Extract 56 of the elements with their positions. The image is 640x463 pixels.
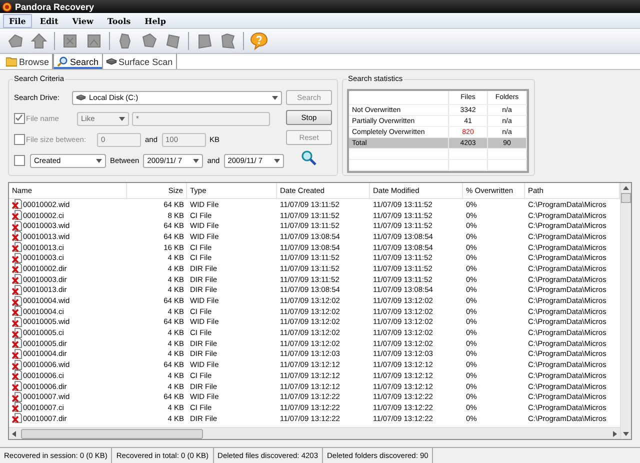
deleted-file-icon bbox=[12, 370, 22, 380]
deleted-file-icon bbox=[12, 328, 22, 338]
disk-icon bbox=[106, 56, 117, 67]
deleted-file-icon bbox=[12, 263, 22, 274]
tab[interactable]: Search bbox=[53, 54, 103, 69]
dropdown-arrow-icon bbox=[193, 158, 200, 162]
deleted-file-icon bbox=[12, 316, 22, 327]
blob-icon[interactable] bbox=[164, 32, 182, 50]
deleted-file-icon bbox=[12, 210, 22, 220]
checkmark-icon bbox=[15, 114, 23, 122]
deleted-file-icon bbox=[12, 413, 22, 424]
deleted-file-icon bbox=[12, 338, 22, 348]
menu-item[interactable]: Edit bbox=[34, 14, 64, 28]
deleted-file-icon bbox=[12, 220, 22, 231]
image-icon[interactable] bbox=[85, 32, 103, 50]
scroll-thumb[interactable] bbox=[21, 428, 203, 438]
scroll-up-icon[interactable] bbox=[623, 186, 629, 190]
dropdown-arrow-icon bbox=[272, 96, 278, 100]
app-logo-icon bbox=[2, 2, 12, 12]
menu-item[interactable]: Tools bbox=[101, 14, 137, 28]
deleted-file-icon bbox=[12, 381, 22, 392]
dropdown-arrow-icon bbox=[119, 116, 125, 120]
scroll-thumb[interactable] bbox=[621, 193, 631, 203]
dropdown-arrow-icon bbox=[96, 158, 102, 162]
deleted-file-icon bbox=[12, 252, 22, 263]
deleted-file-icon bbox=[12, 348, 22, 359]
disk-icon bbox=[76, 94, 86, 101]
scroll-right-icon[interactable] bbox=[613, 430, 617, 436]
menu-item[interactable]: View bbox=[66, 14, 100, 28]
tab[interactable]: Browse bbox=[3, 54, 54, 69]
deleted-file-icon bbox=[12, 242, 22, 252]
scroll-left-icon[interactable] bbox=[12, 430, 16, 436]
deleted-file-icon bbox=[12, 284, 22, 295]
scroll-down-icon[interactable] bbox=[623, 432, 629, 436]
deleted-file-icon bbox=[12, 360, 22, 370]
deleted-file-icon bbox=[12, 231, 22, 242]
folder-icon bbox=[6, 56, 17, 67]
help-icon[interactable] bbox=[250, 32, 268, 50]
window-title: Pandora Recovery bbox=[15, 2, 94, 12]
pentagon-icon[interactable] bbox=[6, 32, 24, 50]
menu-item[interactable]: Help bbox=[138, 14, 172, 28]
horizontal-scrollbar[interactable] bbox=[9, 427, 620, 439]
magnifier-icon bbox=[301, 150, 317, 166]
blob-icon[interactable] bbox=[140, 32, 158, 50]
deleted-file-icon bbox=[12, 402, 22, 412]
search-icon bbox=[57, 56, 68, 67]
deleted-file-icon bbox=[12, 296, 22, 306]
checkbox[interactable] bbox=[14, 155, 25, 166]
vertical-scrollbar[interactable] bbox=[620, 183, 631, 439]
deleted-file-icon bbox=[12, 392, 22, 402]
deleted-file-icon bbox=[12, 274, 22, 284]
dropdown-arrow-icon bbox=[274, 158, 280, 162]
blob-icon[interactable] bbox=[219, 32, 237, 50]
arrow-up-icon[interactable] bbox=[30, 32, 48, 50]
menu-item[interactable]: File bbox=[3, 14, 32, 28]
deleted-file-icon bbox=[12, 306, 22, 316]
